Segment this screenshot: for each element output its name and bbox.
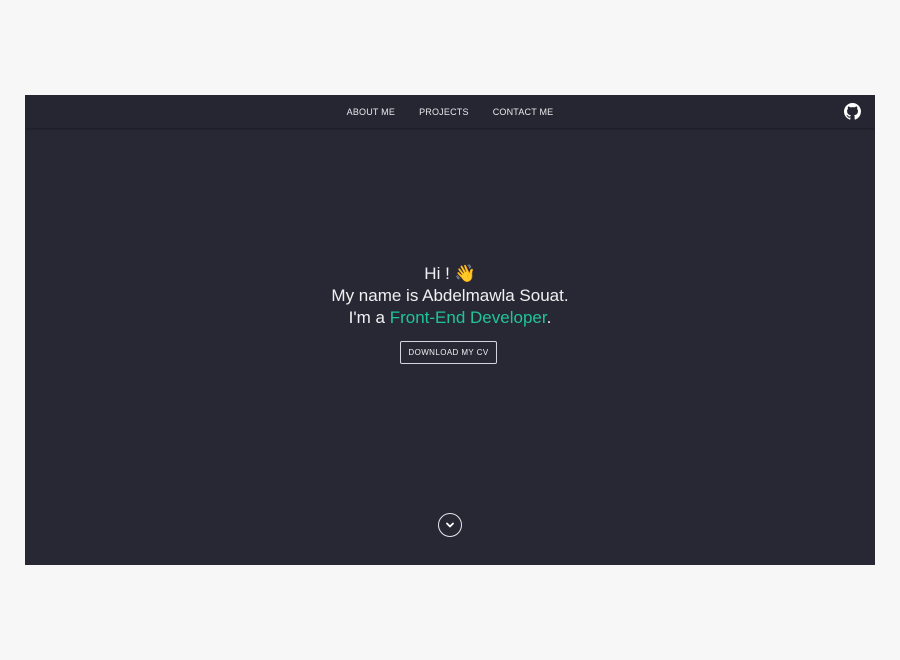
role-line: I'm a Front-End Developer. [25, 307, 875, 329]
role-highlight: Front-End Developer [389, 308, 547, 327]
greeting-line: Hi ! 👋 [25, 263, 875, 285]
github-link[interactable] [844, 103, 861, 120]
chevron-down-icon [444, 519, 456, 531]
role-suffix: . [546, 308, 552, 327]
nav-link-projects[interactable]: PROJECTS [419, 107, 469, 117]
waving-hand-icon: 👋 [454, 264, 476, 284]
site-frame: ABOUT ME PROJECTS CONTACT ME Hi ! 👋 My n… [25, 95, 875, 565]
nav-link-contact-me[interactable]: CONTACT ME [493, 107, 554, 117]
download-cv-button[interactable]: DOWNLOAD MY CV [400, 341, 497, 364]
nav-link-about-me[interactable]: ABOUT ME [347, 107, 395, 117]
role-prefix: I'm a [348, 308, 385, 327]
scroll-down-button[interactable] [438, 513, 462, 537]
greeting-text: Hi ! [424, 264, 450, 283]
nav-links: ABOUT ME PROJECTS CONTACT ME [25, 95, 875, 128]
github-icon [844, 103, 861, 120]
hero-intro: Hi ! 👋 My name is Abdelmawla Souat. I'm … [25, 263, 875, 329]
name-line: My name is Abdelmawla Souat. [331, 286, 569, 305]
navbar: ABOUT ME PROJECTS CONTACT ME [25, 95, 875, 128]
